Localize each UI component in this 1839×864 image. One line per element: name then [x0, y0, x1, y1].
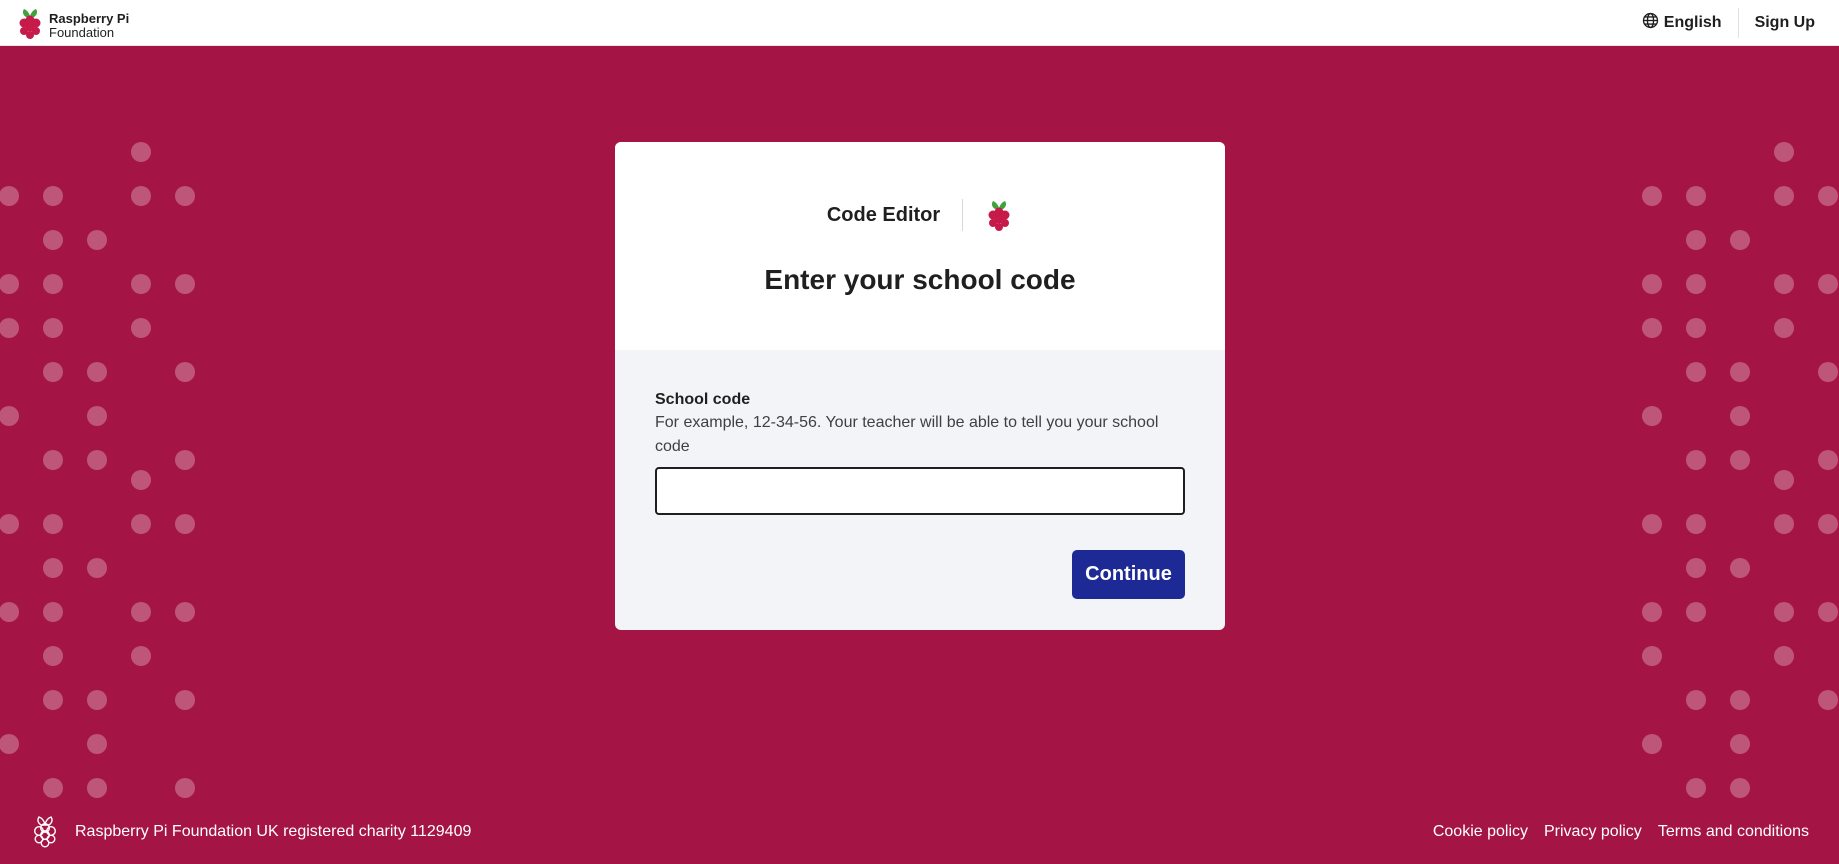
page-title: Enter your school code	[764, 264, 1076, 295]
header-actions: English Sign Up	[1626, 0, 1839, 46]
raspberry-outline-logo-icon	[31, 814, 59, 848]
product-divider	[962, 199, 964, 231]
brand-name-line1: Raspberry Pi	[49, 10, 130, 26]
sign-up-link[interactable]: Sign Up	[1739, 14, 1839, 32]
globe-icon	[1642, 12, 1664, 34]
site-footer: Raspberry Pi Foundation UK registered ch…	[0, 812, 1839, 852]
school-code-form: School code For example, 12-34-56. Your …	[615, 350, 1225, 599]
privacy-policy-link[interactable]: Privacy policy	[1544, 823, 1642, 841]
school-code-label: School code	[655, 391, 751, 408]
cookie-policy-link[interactable]: Cookie policy	[1433, 823, 1528, 841]
language-selector[interactable]: English	[1626, 0, 1738, 46]
product-header: Code Editor	[615, 198, 1225, 232]
card-header: Code Editor Enter your school code	[615, 142, 1225, 350]
charity-statement: Raspberry Pi Foundation UK registered ch…	[75, 823, 472, 840]
school-code-input[interactable]	[655, 467, 1185, 515]
raspberry-pi-logo-icon	[16, 6, 44, 45]
terms-and-conditions-link[interactable]: Terms and conditions	[1658, 823, 1809, 841]
footer-links: Cookie policy Privacy policy Terms and c…	[1417, 823, 1809, 841]
language-label: English	[1663, 14, 1722, 31]
raspberry-logo-icon	[985, 198, 1013, 232]
site-header: Raspberry Pi Foundation English Sign Up	[0, 0, 1839, 46]
product-name: Code Editor	[826, 203, 941, 226]
brand-name-line2: Foundation	[49, 24, 115, 40]
continue-button[interactable]: Continue	[1072, 550, 1185, 599]
school-code-hint: For example, 12-34-56. Your teacher will…	[655, 414, 1159, 455]
school-code-card: Code Editor Enter your school code Schoo…	[615, 142, 1225, 630]
brand-logo-link[interactable]: Raspberry Pi Foundation	[16, 6, 129, 45]
